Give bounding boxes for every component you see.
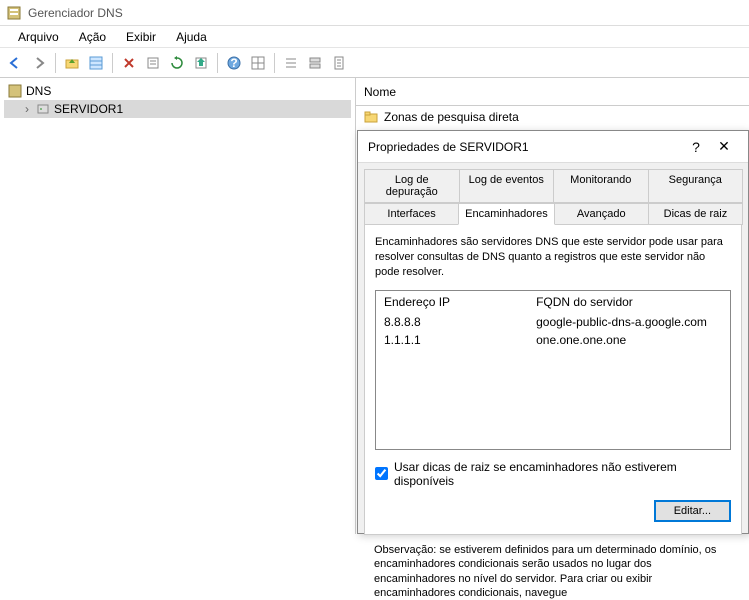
server-icon[interactable]	[304, 52, 326, 74]
back-icon[interactable]	[4, 52, 26, 74]
dialog-title: Propriedades de SERVIDOR1	[368, 140, 682, 154]
observation-text: Observação: se estiverem definidos para …	[364, 535, 742, 600]
root-hints-checkbox[interactable]	[375, 467, 388, 480]
col-fqdn: FQDN do servidor	[536, 295, 722, 309]
grid-icon[interactable]	[247, 52, 269, 74]
refresh-icon[interactable]	[166, 52, 188, 74]
svg-text:?: ?	[230, 56, 237, 70]
details-icon[interactable]	[85, 52, 107, 74]
col-ip: Endereço IP	[384, 295, 536, 309]
tab-row-top: Log de depuração Log de eventos Monitora…	[364, 169, 742, 203]
separator	[274, 53, 275, 73]
cell-fqdn: one.one.one.one	[536, 333, 722, 347]
menu-exibir[interactable]: Exibir	[116, 28, 166, 46]
cell-ip: 1.1.1.1	[384, 333, 536, 347]
titlebar: Gerenciador DNS	[0, 0, 749, 26]
menubar: Arquivo Ação Exibir Ajuda	[0, 26, 749, 48]
edit-button[interactable]: Editar...	[654, 500, 731, 522]
export-icon[interactable]	[190, 52, 212, 74]
tab-monitoring[interactable]: Monitorando	[553, 169, 649, 203]
tab-security[interactable]: Segurança	[648, 169, 744, 203]
delete-icon[interactable]	[118, 52, 140, 74]
list-item[interactable]: Zonas de pesquisa direta	[356, 106, 749, 128]
list-row[interactable]: 1.1.1.1 one.one.one.one	[376, 331, 730, 349]
dialog-titlebar: Propriedades de SERVIDOR1 ? ✕	[358, 131, 748, 163]
dialog-help-button[interactable]: ?	[682, 139, 710, 155]
tab-interfaces[interactable]: Interfaces	[364, 203, 459, 225]
cell-ip: 8.8.8.8	[384, 315, 536, 329]
expand-icon[interactable]: ›	[22, 102, 32, 116]
column-header-nome[interactable]: Nome	[356, 78, 749, 106]
dns-icon	[8, 84, 22, 98]
root-hints-checkbox-row: Usar dicas de raiz se encaminhadores não…	[375, 460, 731, 488]
toolbar: ?	[0, 48, 749, 78]
separator	[55, 53, 56, 73]
close-icon[interactable]: ✕	[710, 138, 738, 155]
forwarders-listbox[interactable]: Endereço IP FQDN do servidor 8.8.8.8 goo…	[375, 290, 731, 450]
tab-content: Encaminhadores são servidores DNS que es…	[364, 225, 742, 535]
cell-fqdn: google-public-dns-a.google.com	[536, 315, 722, 329]
menu-ajuda[interactable]: Ajuda	[166, 28, 217, 46]
tree-root-label: DNS	[26, 84, 51, 98]
tab-event-log[interactable]: Log de eventos	[459, 169, 555, 203]
separator	[217, 53, 218, 73]
column-header-label: Nome	[364, 85, 396, 99]
help-icon[interactable]: ?	[223, 52, 245, 74]
tree-server[interactable]: › SERVIDOR1	[4, 100, 351, 118]
tab-row-bottom: Interfaces Encaminhadores Avançado Dicas…	[364, 203, 742, 225]
tree-pane: DNS › SERVIDOR1	[0, 78, 356, 534]
window-title: Gerenciador DNS	[28, 6, 123, 20]
app-icon	[6, 5, 22, 21]
list-row[interactable]: 8.8.8.8 google-public-dns-a.google.com	[376, 313, 730, 331]
tab-forwarders[interactable]: Encaminhadores	[458, 203, 555, 225]
properties-icon[interactable]	[142, 52, 164, 74]
root-hints-label: Usar dicas de raiz se encaminhadores não…	[394, 460, 731, 488]
tab-advanced[interactable]: Avançado	[554, 203, 649, 225]
tree-server-label: SERVIDOR1	[54, 102, 123, 116]
server-node-icon	[36, 102, 50, 116]
page-icon[interactable]	[328, 52, 350, 74]
forward-icon[interactable]	[28, 52, 50, 74]
folder-icon	[364, 110, 378, 124]
list-header: Endereço IP FQDN do servidor	[376, 291, 730, 313]
list-item-label: Zonas de pesquisa direta	[384, 110, 519, 124]
separator	[112, 53, 113, 73]
forwarders-description: Encaminhadores são servidores DNS que es…	[375, 235, 731, 280]
tree-root[interactable]: DNS	[4, 82, 351, 100]
tab-debug-log[interactable]: Log de depuração	[364, 169, 460, 203]
menu-arquivo[interactable]: Arquivo	[8, 28, 69, 46]
properties-dialog: Propriedades de SERVIDOR1 ? ✕ Log de dep…	[357, 130, 749, 534]
up-folder-icon[interactable]	[61, 52, 83, 74]
menu-acao[interactable]: Ação	[69, 28, 116, 46]
tab-root-hints[interactable]: Dicas de raiz	[648, 203, 743, 225]
list-icon[interactable]	[280, 52, 302, 74]
